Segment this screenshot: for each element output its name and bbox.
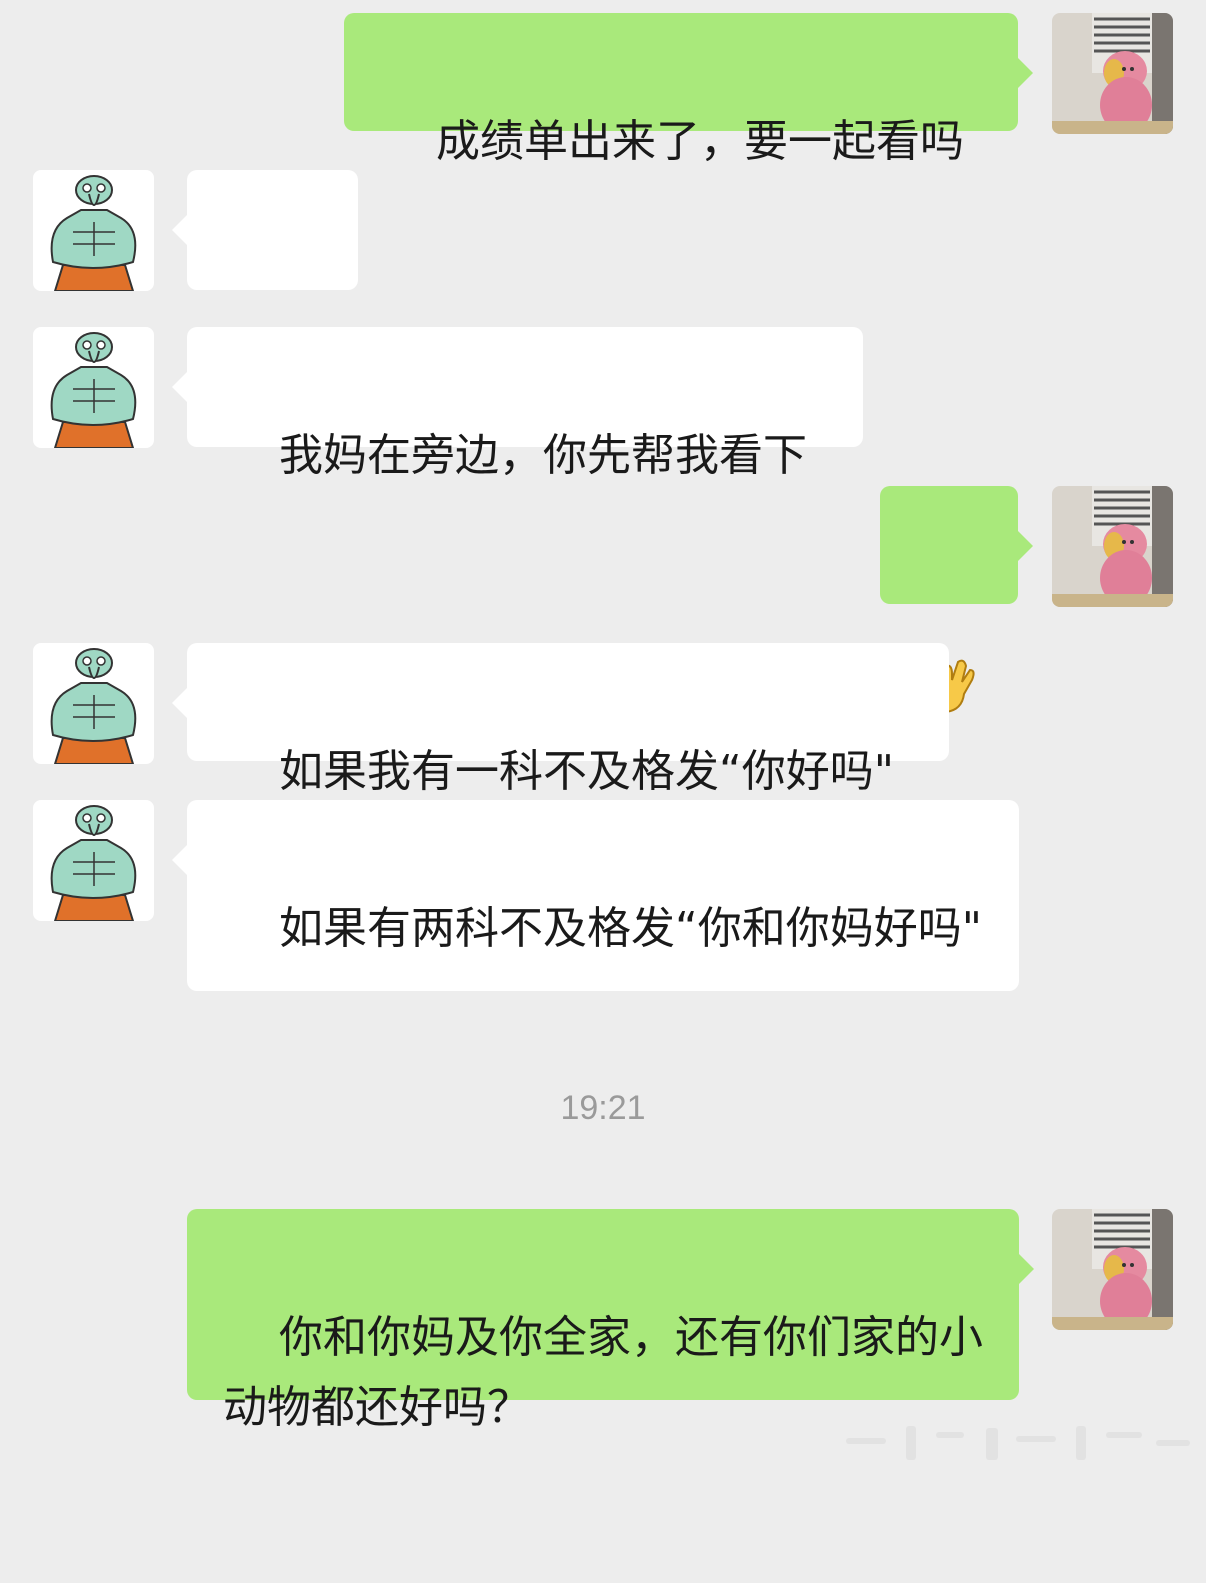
- chat-conversation: 成绩单出来了，要一起看吗 等等: [0, 0, 1206, 1468]
- pink-plush-avatar-icon: [1052, 1209, 1173, 1330]
- squidward-avatar-icon: [33, 800, 154, 921]
- bubble-tail: [1017, 530, 1033, 562]
- watermark-logo: [846, 1426, 1190, 1460]
- bubble-tail: [1018, 1253, 1034, 1285]
- message-bubble-incoming[interactable]: 我妈在旁边，你先帮我看下: [172, 327, 863, 481]
- message-text: 如果有两科不及格发“你和你妈好吗": [278, 903, 982, 954]
- bubble-tail: [172, 844, 188, 876]
- avatar-self[interactable]: [1052, 13, 1173, 134]
- squidward-avatar-icon: [33, 643, 154, 764]
- message-timestamp: 19:21: [560, 1089, 646, 1127]
- avatar-friend[interactable]: [33, 643, 154, 764]
- message-text: 我妈在旁边，你先帮我看下: [278, 430, 807, 481]
- pink-plush-avatar-icon: [1052, 13, 1173, 134]
- message-bubble-incoming[interactable]: 如果有两科不及格发“你和你妈好吗": [172, 800, 1019, 991]
- squidward-avatar-icon: [33, 170, 154, 291]
- bubble-tail: [172, 687, 188, 719]
- message-text: 如果我有一科不及格发“你好吗": [278, 746, 894, 797]
- message-bubble-outgoing[interactable]: [880, 486, 1033, 714]
- message-bubble-outgoing[interactable]: 成绩单出来了，要一起看吗: [344, 13, 1033, 167]
- avatar-friend[interactable]: [33, 800, 154, 921]
- avatar-self[interactable]: [1052, 1209, 1173, 1330]
- message-text: 成绩单出来了，要一起看吗: [435, 116, 964, 167]
- avatar-friend[interactable]: [33, 170, 154, 291]
- squidward-avatar-icon: [33, 327, 154, 448]
- pink-plush-avatar-icon: [1052, 486, 1173, 607]
- bubble-tail: [172, 371, 188, 403]
- avatar-friend[interactable]: [33, 327, 154, 448]
- message-bubble-incoming[interactable]: 如果我有一科不及格发“你好吗": [172, 643, 949, 797]
- message-bubble-outgoing[interactable]: 你和你妈及你全家，还有你们家的小动物都还好吗？: [187, 1209, 1034, 1433]
- message-bubble-incoming[interactable]: 等等: [172, 170, 358, 394]
- message-text: 你和你妈及你全家，还有你们家的小动物都还好吗？: [223, 1312, 983, 1433]
- bubble-tail: [172, 214, 188, 246]
- avatar-self[interactable]: [1052, 486, 1173, 607]
- bubble-tail: [1017, 57, 1033, 89]
